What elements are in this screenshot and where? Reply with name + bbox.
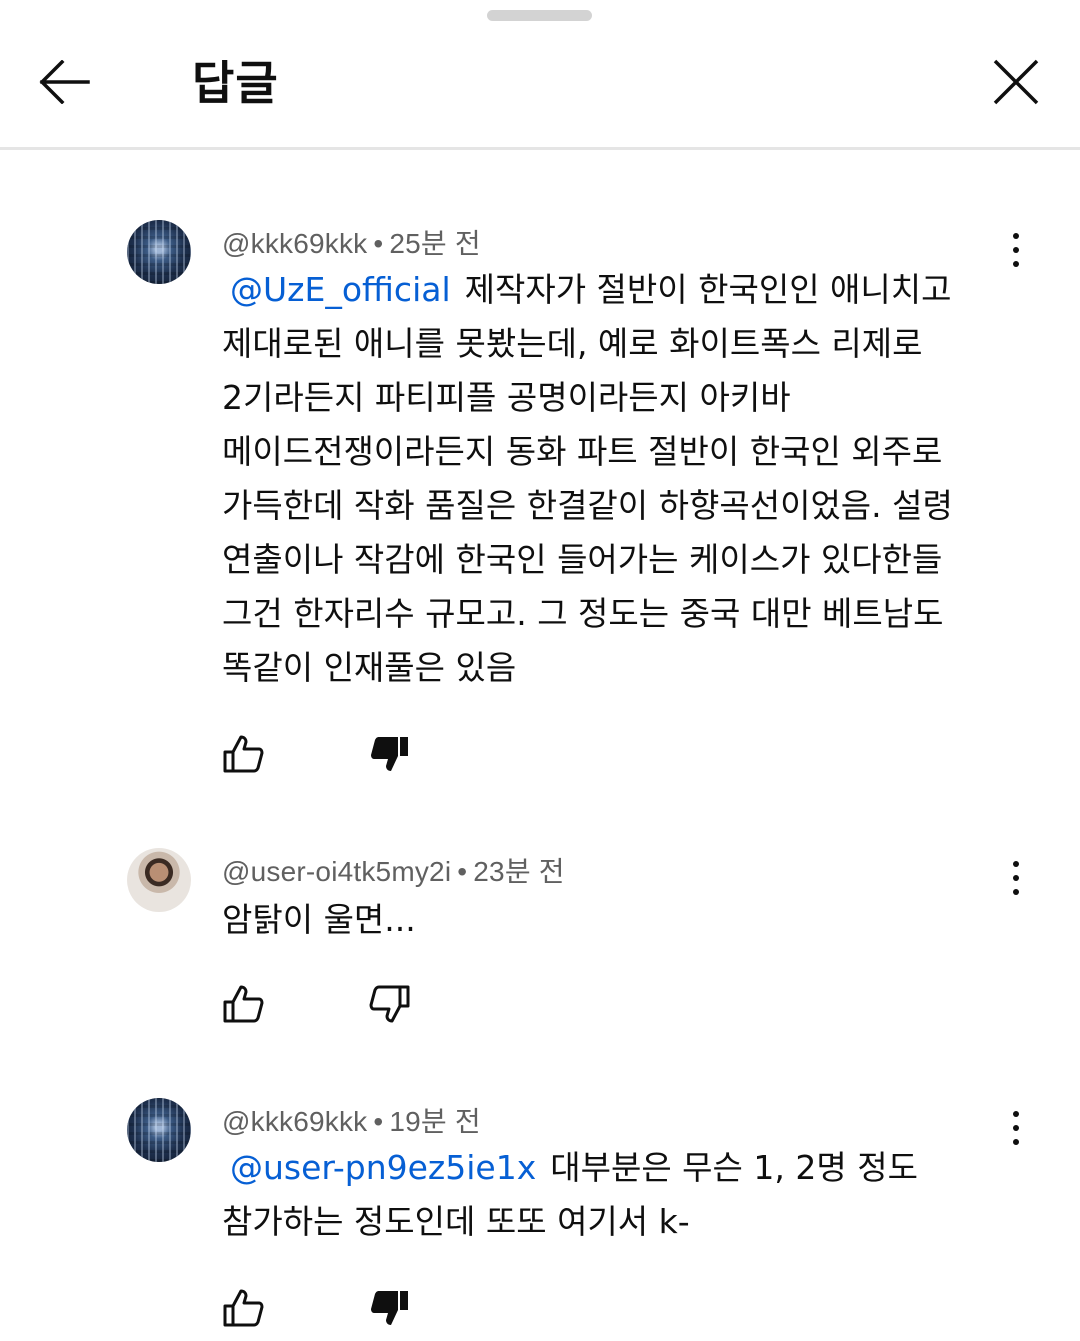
back-button[interactable] <box>28 46 100 118</box>
mention-link[interactable]: @UzE_official <box>230 270 451 309</box>
thumbs-up-icon <box>223 985 264 1023</box>
more-dot <box>1013 1111 1019 1117</box>
avatar[interactable] <box>127 220 191 284</box>
reply-text-rest: 참가하는 정도인데 또또 여기서 k- <box>222 1202 690 1241</box>
reply-time: 25분 전 <box>389 228 481 259</box>
reply-meta: @user-oi4tk5my2i • 23분 전 <box>222 850 565 890</box>
page-title: 답글 <box>192 56 279 110</box>
thumbs-down-icon <box>369 985 410 1023</box>
arrow-left-icon <box>39 60 90 104</box>
mention-link[interactable]: @user-pn9ez5ie1x <box>230 1148 536 1187</box>
dislike-button[interactable] <box>366 1284 414 1332</box>
close-button[interactable] <box>980 46 1052 118</box>
like-button[interactable] <box>219 1284 267 1332</box>
reply-text: 암탉이 울면... <box>222 900 416 939</box>
reply-text: @user-pn9ez5ie1x 대부분은 무슨 1, 2명 정도 참가하는 정도… <box>222 1141 1022 1249</box>
like-button[interactable] <box>219 980 267 1028</box>
more-dot <box>1013 233 1019 239</box>
reply-text: @UzE_official 제작자가 절반이 한국인인 애니치고 제대로된 애니를… <box>222 263 1022 695</box>
reply-meta: @kkk69kkk • 25분 전 <box>222 222 481 262</box>
avatar[interactable] <box>127 848 191 912</box>
like-button[interactable] <box>219 730 267 778</box>
author-name[interactable]: @kkk69kkk <box>222 1106 367 1137</box>
close-icon <box>993 59 1039 105</box>
more-dot <box>1013 875 1019 881</box>
thumbs-up-icon <box>223 735 264 773</box>
dislike-button[interactable] <box>366 980 414 1028</box>
reply-time: 19분 전 <box>389 1106 481 1137</box>
avatar[interactable] <box>127 1098 191 1162</box>
more-dot <box>1013 247 1019 253</box>
thumbs-down-filled-icon <box>371 1291 408 1325</box>
reply-text-rest: 제대로된 애니를 못봤는데, 예로 화이트폭스 리제로 2기라든지 파티피플 공… <box>222 324 953 687</box>
reply-meta: @kkk69kkk • 19분 전 <box>222 1100 481 1140</box>
more-dot <box>1013 861 1019 867</box>
meta-separator: • <box>373 228 384 259</box>
thumbs-up-icon <box>223 1289 264 1327</box>
thumbs-down-filled-icon <box>371 737 408 771</box>
meta-separator: • <box>457 856 468 887</box>
reply-text-first-line: 대부분은 무슨 1, 2명 정도 <box>550 1148 918 1187</box>
dislike-button[interactable] <box>366 730 414 778</box>
author-name[interactable]: @user-oi4tk5my2i <box>222 856 451 887</box>
meta-separator: • <box>373 1106 384 1137</box>
reply-text-first-line: 제작자가 절반이 한국인인 애니치고 <box>464 270 952 309</box>
replies-header: 답글 <box>0 0 1080 150</box>
reply-time: 23분 전 <box>473 856 565 887</box>
author-name[interactable]: @kkk69kkk <box>222 228 367 259</box>
more-dot <box>1013 1125 1019 1131</box>
